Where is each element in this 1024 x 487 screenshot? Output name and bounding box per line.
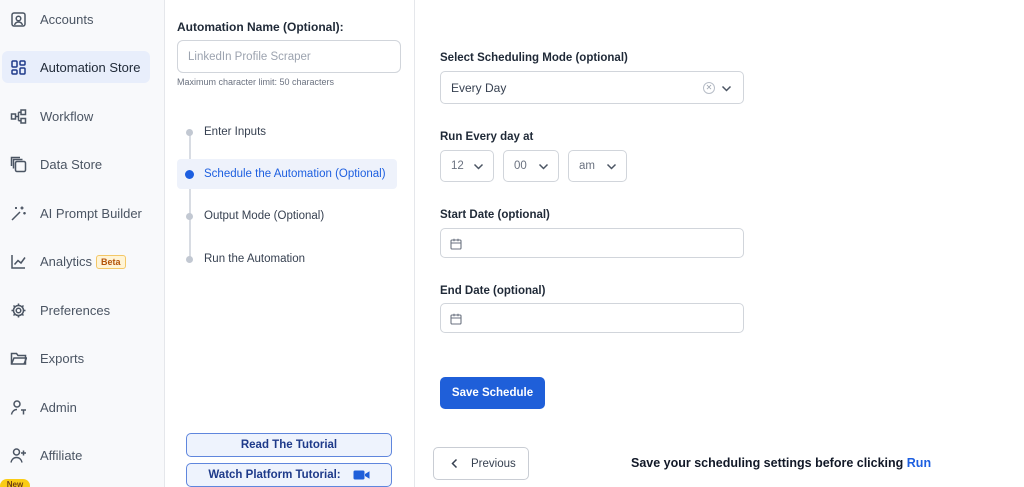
start-date-input[interactable]: [440, 228, 744, 258]
sidebar-item-label: Affiliate: [40, 447, 83, 463]
watch-tutorial-button[interactable]: Watch Platform Tutorial:: [186, 463, 392, 487]
step-dot: [185, 169, 194, 179]
ampm-value: am: [579, 160, 595, 172]
gear-icon: [10, 302, 27, 319]
chevron-left-icon: [450, 458, 459, 469]
magic-wand-icon: [10, 205, 27, 222]
step-label: Run the Automation: [204, 253, 306, 265]
minute-select[interactable]: 00: [503, 150, 559, 182]
sidebar-item-analytics[interactable]: Analytics Beta: [2, 245, 150, 277]
sidebar-item-accounts[interactable]: Accounts: [2, 3, 150, 35]
step-run-automation[interactable]: Run the Automation: [177, 244, 397, 274]
sidebar-item-preferences[interactable]: Preferences: [2, 294, 150, 326]
sidebar-item-admin[interactable]: Admin: [2, 391, 150, 423]
admin-user-icon: [10, 399, 27, 416]
hour-select[interactable]: 12: [440, 150, 494, 182]
save-reminder-text: Save your scheduling settings before cli…: [631, 456, 907, 470]
scheduling-mode-label: Select Scheduling Mode (optional): [440, 52, 628, 64]
minute-value: 00: [514, 160, 527, 172]
calendar-icon: [450, 312, 462, 330]
grid-icon: [10, 59, 27, 76]
end-date-label: End Date (optional): [440, 285, 546, 297]
sidebar-item-affiliate[interactable]: Affiliate: [2, 439, 150, 471]
chevron-down-icon: [721, 83, 732, 97]
sidebar-item-workflow[interactable]: Workflow: [2, 100, 150, 132]
stacked-pages-icon: [10, 156, 27, 173]
scheduling-mode-select[interactable]: Every Day ✕: [440, 71, 744, 104]
schedule-form: Select Scheduling Mode (optional) Every …: [416, 0, 1024, 487]
chevron-down-icon: [538, 161, 549, 175]
clear-icon[interactable]: ✕: [703, 82, 715, 94]
sidebar: Accounts Automation Store Workflow Data …: [0, 0, 165, 487]
step-label: Enter Inputs: [204, 126, 267, 138]
workflow-icon: [10, 108, 27, 125]
automation-name-label: Automation Name (Optional):: [177, 20, 344, 34]
user-square-icon: [10, 11, 27, 28]
sidebar-item-ai-prompt-builder[interactable]: AI Prompt Builder: [2, 197, 150, 229]
read-tutorial-button[interactable]: Read The Tutorial: [186, 433, 392, 457]
video-camera-icon: [353, 469, 370, 481]
run-link[interactable]: Run: [907, 456, 931, 470]
step-label: Schedule the Automation (Optional): [204, 168, 386, 180]
char-limit-note: Maximum character limit: 50 characters: [177, 77, 335, 87]
previous-label: Previous: [471, 457, 516, 470]
save-schedule-button[interactable]: Save Schedule: [440, 377, 545, 409]
chevron-down-icon: [606, 161, 617, 175]
hour-value: 12: [451, 160, 464, 172]
step-dot: [186, 128, 193, 136]
sidebar-item-exports[interactable]: Exports: [2, 342, 150, 374]
run-every-label: Run Every day at: [440, 131, 534, 143]
step-schedule-automation[interactable]: Schedule the Automation (Optional): [177, 159, 397, 189]
previous-button[interactable]: Previous: [433, 447, 529, 480]
ampm-select[interactable]: am: [568, 150, 627, 182]
step-dot: [186, 212, 193, 220]
sidebar-item-label: Admin: [40, 399, 77, 415]
sidebar-item-data-store[interactable]: Data Store: [2, 148, 150, 180]
calendar-icon: [450, 237, 462, 255]
sidebar-item-label: Data Store: [40, 156, 103, 172]
line-chart-icon: [10, 253, 27, 270]
save-reminder-note: Save your scheduling settings before cli…: [631, 456, 931, 470]
beta-badge: Beta: [96, 254, 126, 269]
sidebar-item-label: Analytics: [40, 253, 93, 269]
folder-icon: [10, 350, 27, 367]
sidebar-item-automation-store[interactable]: Automation Store: [2, 51, 150, 83]
automation-steps-panel: Automation Name (Optional): Maximum char…: [165, 0, 415, 487]
watch-tutorial-label: Watch Platform Tutorial:: [208, 469, 341, 481]
scheduling-mode-value: Every Day: [451, 80, 507, 95]
step-label: Output Mode (Optional): [204, 210, 325, 222]
end-date-input[interactable]: [440, 303, 744, 333]
add-user-icon: [10, 447, 27, 464]
sidebar-item-label: Exports: [40, 350, 85, 366]
steps-connector: [189, 133, 191, 260]
sidebar-item-label-wrap: Analytics Beta: [40, 254, 126, 269]
new-badge: New: [0, 479, 30, 487]
sidebar-item-label: Workflow: [40, 108, 94, 124]
step-enter-inputs[interactable]: Enter Inputs: [177, 117, 397, 147]
chevron-down-icon: [473, 161, 484, 175]
sidebar-item-label: Accounts: [40, 11, 94, 27]
sidebar-item-label: Automation Store: [40, 59, 141, 75]
start-date-label: Start Date (optional): [440, 209, 550, 221]
sidebar-item-label: AI Prompt Builder: [40, 205, 142, 221]
step-output-mode[interactable]: Output Mode (Optional): [177, 201, 397, 231]
sidebar-item-label: Preferences: [40, 302, 111, 318]
automation-name-input[interactable]: [177, 40, 401, 73]
step-dot: [186, 255, 193, 263]
